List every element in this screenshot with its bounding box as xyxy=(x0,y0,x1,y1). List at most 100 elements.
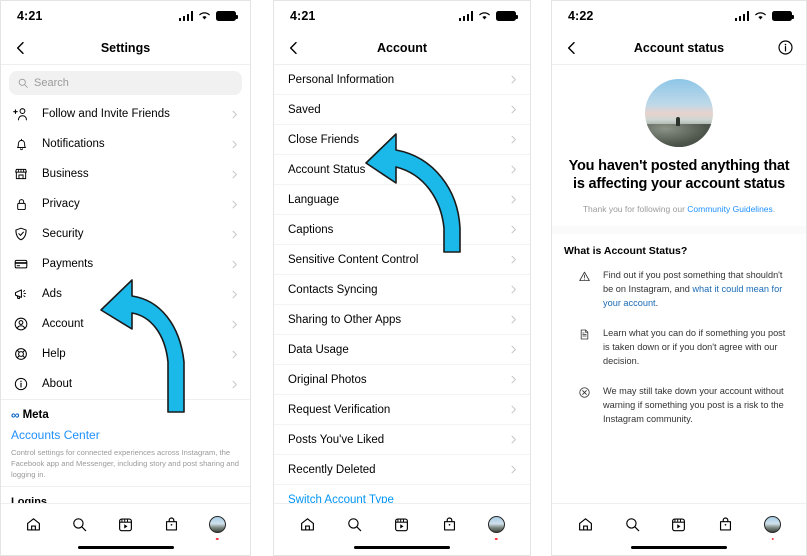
tab-reels[interactable] xyxy=(113,512,137,536)
sidebar-item-privacy[interactable]: Privacy xyxy=(1,189,250,219)
bottom-tab-bar xyxy=(552,503,806,555)
sidebar-item-help[interactable]: Help xyxy=(1,339,250,369)
status-time: 4:22 xyxy=(568,9,594,23)
list-item-contacts-syncing[interactable]: Contacts Syncing xyxy=(274,275,530,305)
home-indicator xyxy=(77,545,174,549)
page-title: Account status xyxy=(633,40,725,55)
list-item-saved[interactable]: Saved xyxy=(274,95,530,125)
chevron-right-icon xyxy=(511,195,516,204)
sidebar-item-ads[interactable]: Ads xyxy=(1,279,250,309)
back-chevron-icon[interactable] xyxy=(13,40,29,56)
page-title: Account xyxy=(377,40,427,55)
info-circle-icon[interactable] xyxy=(777,39,794,56)
status-time: 4:21 xyxy=(17,9,43,23)
phone-panel-settings: 4:21 Settings Search Follow and Invite F… xyxy=(0,0,251,556)
list-item-label: Request Verification xyxy=(288,403,391,416)
chevron-right-icon xyxy=(511,435,516,444)
list-item-original-photos[interactable]: Original Photos xyxy=(274,365,530,395)
list-item: Find out if you post something that shou… xyxy=(564,269,794,311)
add-person-icon xyxy=(11,104,31,124)
chevron-right-icon xyxy=(511,105,516,114)
sidebar-item-payments[interactable]: Payments xyxy=(1,249,250,279)
avatar-figure xyxy=(676,117,681,127)
community-guidelines-link[interactable]: Community Guidelines xyxy=(687,204,773,214)
list-item-label: Captions xyxy=(288,223,334,236)
list-item-account-status[interactable]: Account Status xyxy=(274,155,530,185)
tab-profile[interactable] xyxy=(484,512,508,540)
tab-search[interactable] xyxy=(343,512,367,536)
list-item-request-verification[interactable]: Request Verification xyxy=(274,395,530,425)
list-item-posts-youve-liked[interactable]: Posts You've Liked xyxy=(274,425,530,455)
avatar-foreground xyxy=(645,123,713,147)
bell-icon xyxy=(11,134,31,154)
list-item-label: Posts You've Liked xyxy=(288,433,385,446)
tab-shop[interactable] xyxy=(159,512,183,536)
sidebar-item-label: Privacy xyxy=(42,198,80,210)
sidebar-item-label: Account xyxy=(42,318,84,330)
tab-reels[interactable] xyxy=(390,512,414,536)
list-item-label: Data Usage xyxy=(288,343,349,356)
section-title: What is Account Status? xyxy=(564,245,688,258)
x-circle-icon xyxy=(578,385,592,427)
account-status-subtitle: Thank you for following our Community Gu… xyxy=(566,204,792,214)
wifi-icon xyxy=(755,12,766,20)
lock-icon xyxy=(11,194,31,214)
sidebar-item-notifications[interactable]: Notifications xyxy=(1,129,250,159)
phone-panel-account: 4:21 Account Personal Information Saved … xyxy=(273,0,531,556)
chevron-right-icon xyxy=(232,260,237,268)
list-item-label: Personal Information xyxy=(288,73,395,86)
accounts-center-link[interactable]: Accounts Center xyxy=(11,428,240,442)
sidebar-item-account[interactable]: Account xyxy=(1,309,250,339)
chevron-right-icon xyxy=(232,350,237,358)
sidebar-item-follow-invite-friends[interactable]: Follow and Invite Friends xyxy=(1,99,250,129)
cellular-bars-icon xyxy=(178,11,193,21)
chevron-right-icon xyxy=(232,320,237,328)
tab-home[interactable] xyxy=(296,512,320,536)
list-item-data-usage[interactable]: Data Usage xyxy=(274,335,530,365)
back-chevron-icon[interactable] xyxy=(286,40,302,56)
chevron-right-icon xyxy=(232,110,237,118)
tab-profile[interactable] xyxy=(761,512,785,540)
profile-avatar-icon xyxy=(764,515,782,533)
notification-dot xyxy=(215,537,219,540)
tab-home[interactable] xyxy=(573,512,597,536)
search-container: Search xyxy=(1,65,250,99)
search-icon xyxy=(348,517,362,531)
status-indicators xyxy=(734,11,794,21)
back-chevron-icon[interactable] xyxy=(564,40,580,56)
bullet-text-after: . xyxy=(655,298,659,309)
tab-profile[interactable] xyxy=(205,512,229,540)
sidebar-item-business[interactable]: Business xyxy=(1,159,250,189)
list-item-close-friends[interactable]: Close Friends xyxy=(274,125,530,155)
meta-infinity-icon: ∞ xyxy=(11,408,20,422)
list-item-captions[interactable]: Captions xyxy=(274,215,530,245)
tab-shop[interactable] xyxy=(714,512,738,536)
sidebar-item-security[interactable]: Security xyxy=(1,219,250,249)
status-bar: 4:21 xyxy=(274,1,530,31)
list-item-sensitive-content-control[interactable]: Sensitive Content Control xyxy=(274,245,530,275)
list-item-language[interactable]: Language xyxy=(274,185,530,215)
chevron-right-icon xyxy=(232,380,237,388)
account-status-body: You haven't posted anything that is affe… xyxy=(552,65,806,450)
list-item-label: Sensitive Content Control xyxy=(288,253,419,266)
search-icon xyxy=(18,78,28,88)
phone-panel-account-status: 4:22 Account status You haven't posted a… xyxy=(551,0,807,556)
status-indicators xyxy=(178,11,238,21)
status-indicators xyxy=(458,11,518,21)
list-item: Learn what you can do if something you p… xyxy=(564,327,794,369)
list-item-recently-deleted[interactable]: Recently Deleted xyxy=(274,455,530,485)
tab-reels[interactable] xyxy=(667,512,691,536)
tab-search[interactable] xyxy=(68,512,92,536)
tab-home[interactable] xyxy=(22,512,46,536)
tab-shop[interactable] xyxy=(437,512,461,536)
shield-check-icon xyxy=(11,224,31,244)
sidebar-item-label: Business xyxy=(42,168,89,180)
list-item-sharing-to-other-apps[interactable]: Sharing to Other Apps xyxy=(274,305,530,335)
home-indicator xyxy=(354,545,450,549)
sidebar-item-about[interactable]: About xyxy=(1,369,250,399)
search-input[interactable]: Search xyxy=(9,71,242,95)
list-item-personal-information[interactable]: Personal Information xyxy=(274,65,530,95)
tab-search[interactable] xyxy=(620,512,644,536)
nav-header: Account status xyxy=(552,31,806,65)
sidebar-item-label: About xyxy=(42,378,73,390)
